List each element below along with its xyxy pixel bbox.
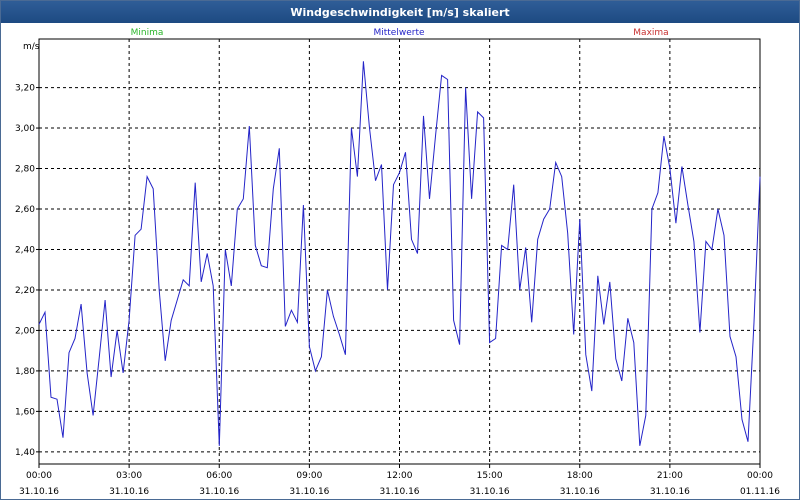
- x-tick-date-label: 31.10.16: [560, 487, 600, 497]
- y-tick-label: 1,40: [15, 448, 35, 458]
- x-tick-date-label: 31.10.16: [470, 487, 510, 497]
- y-tick-label: 3,20: [15, 84, 35, 94]
- y-tick-label: 2,00: [15, 326, 35, 336]
- y-tick-label: 2,20: [15, 286, 35, 296]
- x-tick-date-label: 01.11.16: [740, 487, 780, 497]
- chart-window: Windgeschwindigkeit [m/s] skaliert Minim…: [0, 0, 800, 500]
- x-tick-time-label: 03:00: [116, 471, 142, 481]
- x-tick-time-label: 00:00: [747, 471, 773, 481]
- y-tick-label: 2,80: [15, 165, 35, 175]
- x-tick-date-label: 31.10.16: [19, 487, 59, 497]
- y-tick-label: 2,60: [15, 205, 35, 215]
- x-tick-time-label: 09:00: [296, 471, 322, 481]
- legend-mittelwerte: Mittelwerte: [373, 28, 424, 38]
- legend-minima: Minima: [131, 28, 164, 38]
- line-chart: Minima Mittelwerte Maxima m/s 1,401,601,…: [15, 28, 780, 497]
- y-tick-label: 2,40: [15, 245, 35, 255]
- x-tick-time-label: 18:00: [567, 471, 593, 481]
- x-tick-date-label: 31.10.16: [109, 487, 149, 497]
- y-tick-label: 1,80: [15, 367, 35, 377]
- legend-maxima: Maxima: [633, 28, 668, 38]
- x-tick-time-label: 21:00: [657, 471, 683, 481]
- y-tick-label: 1,60: [15, 407, 35, 417]
- y-axis-unit-label: m/s: [23, 42, 40, 52]
- x-tick-date-label: 31.10.16: [199, 487, 239, 497]
- x-tick-date-label: 31.10.16: [289, 487, 329, 497]
- x-tick-date-label: 31.10.16: [379, 487, 419, 497]
- x-tick-date-label: 31.10.16: [650, 487, 690, 497]
- x-tick-time-label: 12:00: [387, 471, 413, 481]
- x-tick-time-label: 15:00: [477, 471, 503, 481]
- y-tick-label: 3,00: [15, 124, 35, 134]
- x-tick-time-label: 06:00: [206, 471, 232, 481]
- y-axis: 1,40 1,60 1,80 2,00 2,20 2,40 2,60 2,80 3,00 3,20: [15, 84, 39, 458]
- x-axis: 00:00 31.10.16 03:00 31.10.16 06:00 31.10.16 0…: [19, 464, 780, 497]
- x-tick-time-label: 00:00: [26, 471, 52, 481]
